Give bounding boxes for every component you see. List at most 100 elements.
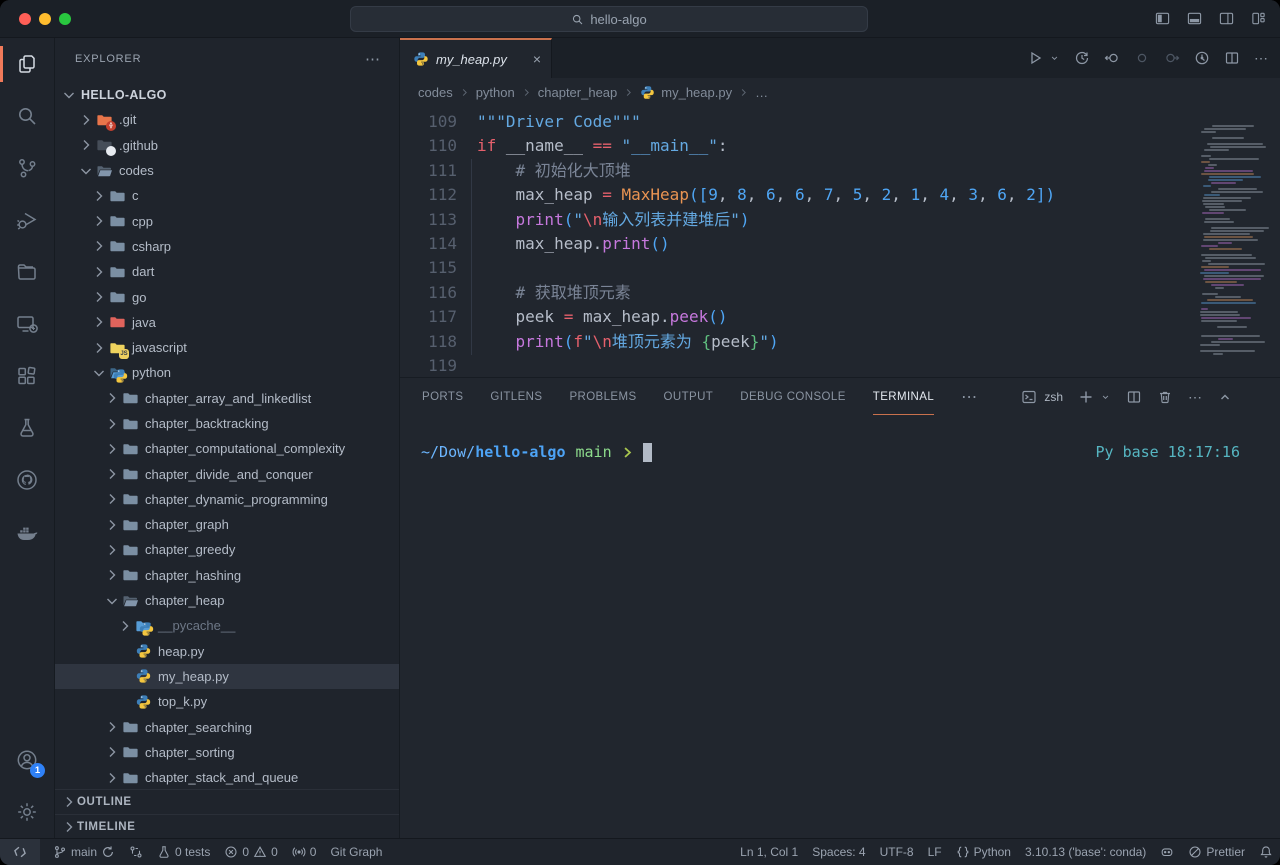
tree-item-cpp[interactable]: cpp <box>55 208 399 233</box>
status-branch-status[interactable]: main <box>46 839 122 865</box>
activity-item-testing[interactable] <box>0 402 54 454</box>
panel-tab-debug-console[interactable]: DEBUG CONSOLE <box>740 380 846 414</box>
activity-item-explorer[interactable] <box>0 38 54 90</box>
status-problems[interactable]: 00 <box>217 839 284 865</box>
activity-item-settings[interactable] <box>0 786 54 838</box>
minimap[interactable] <box>1198 122 1274 358</box>
status-git-graph[interactable]: Git Graph <box>323 839 389 865</box>
tree-item-codes[interactable]: codes <box>55 158 399 183</box>
status-copilot[interactable] <box>1153 839 1181 865</box>
tree-item-chapter_heap[interactable]: chapter_heap <box>55 588 399 613</box>
breadcrumb-item[interactable]: python <box>476 85 515 100</box>
status-prettier[interactable]: Prettier <box>1181 839 1252 865</box>
tree-item-github[interactable]: .github <box>55 133 399 158</box>
tree-item-chapter_greedy[interactable]: chapter_greedy <box>55 537 399 562</box>
command-center-search[interactable]: hello-algo <box>350 6 868 32</box>
layout-customize-icon[interactable] <box>1251 11 1266 26</box>
status-cursor-position[interactable]: Ln 1, Col 1 <box>733 839 805 865</box>
status-language-mode[interactable]: Python <box>949 839 1018 865</box>
activity-item-accounts[interactable]: 1 <box>0 734 54 786</box>
tab-close-icon[interactable]: × <box>533 51 541 67</box>
panel-more-tabs-icon[interactable]: ⋯ <box>961 387 979 407</box>
tree-item-python[interactable]: python <box>55 360 399 385</box>
activity-item-remote-explorer[interactable] <box>0 298 54 350</box>
panel-tab-output[interactable]: OUTPUT <box>664 380 714 414</box>
activity-item-github[interactable] <box>0 454 54 506</box>
tree-item-c[interactable]: c <box>55 183 399 208</box>
tab-my-heap[interactable]: my_heap.py × <box>400 38 552 78</box>
activity-item-source-control[interactable] <box>0 142 54 194</box>
status-remote-indicator[interactable] <box>0 839 40 865</box>
close-window-button[interactable] <box>19 13 31 25</box>
run-icon[interactable] <box>1027 50 1043 66</box>
breadcrumb-item[interactable]: … <box>755 85 768 100</box>
status-ports-status[interactable]: 0 <box>285 839 324 865</box>
panel-tab-gitlens[interactable]: GITLENS <box>490 380 542 414</box>
section-outline[interactable]: OUTLINE <box>55 790 399 814</box>
close-panel-icon[interactable] <box>1248 389 1264 405</box>
terminal[interactable]: ~/Dow/hello-algomain Py base 18:17:16 <box>400 416 1280 838</box>
tree-item-git[interactable]: ⟠.git <box>55 107 399 132</box>
zoom-window-button[interactable] <box>59 13 71 25</box>
status-git-compare[interactable] <box>122 839 150 865</box>
tree-item-chapter_searching[interactable]: chapter_searching <box>55 714 399 739</box>
panel-tab-problems[interactable]: PROBLEMS <box>569 380 636 414</box>
tree-item-chapter_divide_and_conquer[interactable]: chapter_divide_and_conquer <box>55 461 399 486</box>
plus-icon[interactable] <box>1078 389 1094 405</box>
breadcrumb-item[interactable]: my_heap.py <box>661 85 732 100</box>
explorer-more-actions-icon[interactable]: ⋯ <box>365 50 381 68</box>
activity-item-search[interactable] <box>0 90 54 142</box>
diff-circle-icon[interactable] <box>1134 50 1150 66</box>
tree-item-top_kpy[interactable]: top_k.py <box>55 689 399 714</box>
layout-sidebar-right-icon[interactable] <box>1219 11 1234 26</box>
tree-item-chapter_hashing[interactable]: chapter_hashing <box>55 563 399 588</box>
section-timeline[interactable]: TIMELINE <box>55 814 399 838</box>
tree-item-chapter_sorting[interactable]: chapter_sorting <box>55 740 399 765</box>
tree-item-chapter_backtracking[interactable]: chapter_backtracking <box>55 411 399 436</box>
tree-item-my_heappy[interactable]: my_heap.py <box>55 664 399 689</box>
activity-item-project-folder[interactable] <box>0 246 54 298</box>
breadcrumb-item[interactable]: chapter_heap <box>538 85 618 100</box>
status-python-interpreter[interactable]: 3.10.13 ('base': conda) <box>1018 839 1153 865</box>
tree-item-dart[interactable]: dart <box>55 259 399 284</box>
activity-item-run-debug[interactable] <box>0 194 54 246</box>
tree-item-chapter_dynamic_programming[interactable]: chapter_dynamic_programming <box>55 487 399 512</box>
gitlens-graph-icon[interactable] <box>1194 50 1210 66</box>
diff-next-icon[interactable] <box>1164 50 1180 66</box>
panel-tab-ports[interactable]: PORTS <box>422 380 463 414</box>
tree-item-HELLO-ALGO[interactable]: HELLO-ALGO <box>55 82 399 107</box>
layout-sidebar-left-icon[interactable] <box>1155 11 1170 26</box>
split-panel-icon[interactable] <box>1126 389 1142 405</box>
layout-panel-icon[interactable] <box>1187 11 1202 26</box>
activity-item-extensions[interactable] <box>0 350 54 402</box>
status-indentation[interactable]: Spaces: 4 <box>805 839 872 865</box>
more-actions-icon[interactable]: ⋯ <box>1254 51 1268 65</box>
code-editor[interactable]: 109110111112113114115116117118119 """Dri… <box>400 106 1280 377</box>
chevron-small-down-icon[interactable] <box>1049 50 1060 66</box>
history-icon[interactable] <box>1074 50 1090 66</box>
tree-item-go[interactable]: go <box>55 284 399 309</box>
status-eol[interactable]: LF <box>921 839 949 865</box>
more-actions-icon[interactable]: ⋯ <box>1188 390 1202 404</box>
chevron-small-down-icon[interactable] <box>1100 389 1111 405</box>
breadcrumb-item[interactable]: codes <box>418 85 453 100</box>
status-encoding[interactable]: UTF-8 <box>873 839 921 865</box>
diff-prev-icon[interactable] <box>1104 50 1120 66</box>
panel-tab-terminal[interactable]: TERMINAL <box>873 380 934 415</box>
tree-item-chapter_stack_and_queue[interactable]: chapter_stack_and_queue <box>55 765 399 789</box>
tree-item-csharp[interactable]: csharp <box>55 234 399 259</box>
tree-item-java[interactable]: java <box>55 310 399 335</box>
status-notifications[interactable] <box>1252 839 1280 865</box>
tree-item-javascript[interactable]: JSjavascript <box>55 335 399 360</box>
status-tests[interactable]: 0 tests <box>150 839 217 865</box>
tree-item-chapter_array_and_linkedlist[interactable]: chapter_array_and_linkedlist <box>55 386 399 411</box>
minimize-window-button[interactable] <box>39 13 51 25</box>
tree-item-chapter_computational_complexity[interactable]: chapter_computational_complexity <box>55 436 399 461</box>
split-editor-icon[interactable] <box>1224 50 1240 66</box>
chevron-up-icon[interactable] <box>1217 389 1233 405</box>
terminal-box-icon[interactable] <box>1021 389 1037 405</box>
trash-icon[interactable] <box>1157 389 1173 405</box>
tree-item-heappy[interactable]: heap.py <box>55 639 399 664</box>
tree-item-__pycache__[interactable]: __pycache__ <box>55 613 399 638</box>
activity-item-docker[interactable] <box>0 506 54 558</box>
